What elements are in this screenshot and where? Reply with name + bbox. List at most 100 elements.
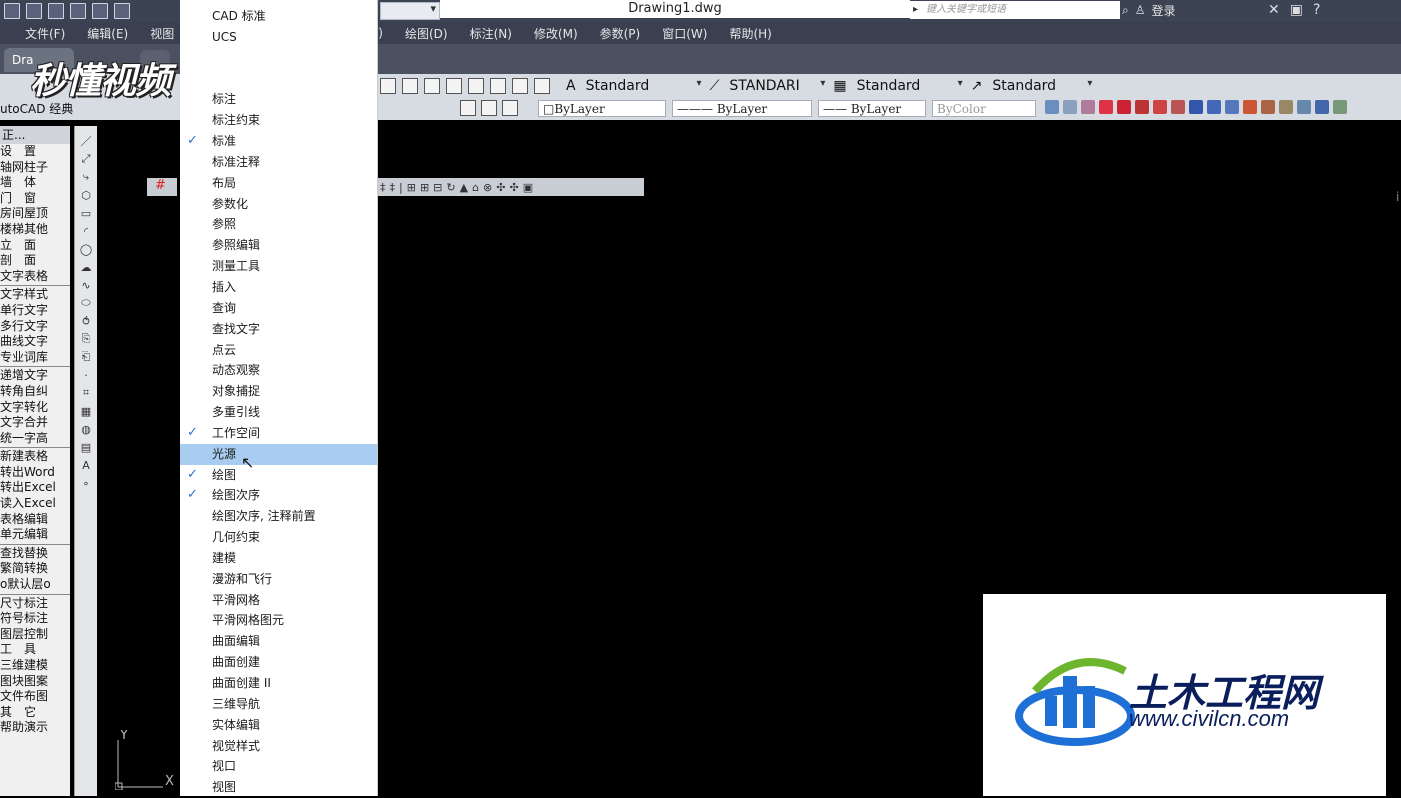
- tool-icon-17[interactable]: [1333, 100, 1347, 114]
- toolbar-menu-item[interactable]: ✓ 绘图次序: [180, 485, 377, 506]
- exchange-icon[interactable]: ✕: [1268, 2, 1280, 18]
- clipboard-icon[interactable]: ▣: [523, 181, 533, 194]
- side-menu-item[interactable]: 多行文字: [0, 319, 70, 335]
- side-menu-item[interactable]: 转角自纠: [0, 384, 70, 400]
- toolbar-menu-item[interactable]: ✓ 绘图: [180, 465, 377, 486]
- toolbar-menu-item[interactable]: 视图: [180, 777, 377, 798]
- draw-tool-icon[interactable]: ／: [75, 132, 97, 150]
- toolbar-menu-item[interactable]: 曲面创建 II: [180, 673, 377, 694]
- side-menu-item[interactable]: 新建表格: [0, 449, 70, 465]
- linetype-select[interactable]: ——— ByLayer: [672, 100, 812, 117]
- side-menu-item[interactable]: 工 具: [0, 642, 70, 658]
- side-menu-item[interactable]: 尺寸标注: [0, 596, 70, 612]
- plotstyle-select[interactable]: ByColor: [932, 100, 1036, 117]
- tool-icon-9[interactable]: [1189, 100, 1203, 114]
- side-menu-item[interactable]: 剖 面: [0, 253, 70, 269]
- side-menu-item[interactable]: 统一字高: [0, 431, 70, 447]
- search-input[interactable]: 键入关键字或短语: [910, 1, 1120, 19]
- block-icon[interactable]: [402, 78, 418, 94]
- login-label[interactable]: 登录: [1152, 2, 1176, 19]
- menu-view[interactable]: 视图: [139, 25, 185, 42]
- properties-icon[interactable]: [446, 78, 462, 94]
- calculator-icon[interactable]: [512, 78, 528, 94]
- menu-draw[interactable]: 绘图(D): [394, 25, 459, 42]
- mleader-style-select[interactable]: Standard: [988, 78, 1094, 94]
- tool-icon[interactable]: ⊗: [483, 181, 492, 194]
- draw-tool-icon[interactable]: ·: [75, 366, 97, 384]
- designcenter-icon[interactable]: [468, 78, 484, 94]
- side-menu-item[interactable]: 帮助演示: [0, 720, 70, 736]
- toolbar-menu-item[interactable]: [180, 48, 377, 69]
- side-menu-item[interactable]: 符号标注: [0, 611, 70, 627]
- draw-tool-icon[interactable]: ▤: [75, 438, 97, 456]
- toolbar-menu-item[interactable]: 视觉样式: [180, 736, 377, 757]
- lineweight-select[interactable]: —— ByLayer: [818, 100, 926, 117]
- toolbar-menu-item[interactable]: 对象捕捉: [180, 381, 377, 402]
- toolbar-menu-item[interactable]: 视口: [180, 756, 377, 777]
- make-current-icon[interactable]: [502, 100, 518, 116]
- color-select[interactable]: □ByLayer: [538, 100, 666, 117]
- draw-tool-icon[interactable]: ◍: [75, 420, 97, 438]
- rotate-icon[interactable]: ↻: [446, 181, 455, 194]
- toolbar-menu-item[interactable]: 参照: [180, 214, 377, 235]
- draw-tool-icon[interactable]: ☁: [75, 258, 97, 276]
- draw-tool-icon[interactable]: A: [75, 456, 97, 474]
- menu-file[interactable]: 文件(F): [14, 25, 76, 42]
- draw-tool-icon[interactable]: ▭: [75, 204, 97, 222]
- grid-icon[interactable]: #: [147, 178, 166, 193]
- table-style-select[interactable]: Standard: [853, 78, 965, 94]
- toolbar-menu-item[interactable]: 插入: [180, 277, 377, 298]
- side-menu-item[interactable]: 其 它: [0, 705, 70, 721]
- draw-tool-icon[interactable]: ⤢: [75, 150, 97, 168]
- layer-state-icon[interactable]: [460, 100, 476, 116]
- draw-tool-icon[interactable]: ⬡: [75, 186, 97, 204]
- side-menu-item[interactable]: 图块图案: [0, 674, 70, 690]
- toolbar-menu-item[interactable]: 曲面创建: [180, 652, 377, 673]
- side-menu-item[interactable]: 专业词库: [0, 350, 70, 366]
- tool-icon-1[interactable]: [1045, 100, 1059, 114]
- help-small-icon[interactable]: [534, 78, 550, 94]
- tool-icon-15[interactable]: [1297, 100, 1311, 114]
- side-menu-item[interactable]: 表格编辑: [0, 512, 70, 528]
- side-menu-item[interactable]: 设 置: [0, 144, 70, 160]
- tool-icon[interactable]: ‡: [390, 181, 396, 194]
- toolbar-menu-item[interactable]: 实体编辑: [180, 715, 377, 736]
- menu-edit[interactable]: 编辑(E): [76, 25, 139, 42]
- toolbar-menu-item[interactable]: 标注约束: [180, 110, 377, 131]
- menu-help[interactable]: 帮助(H): [718, 25, 782, 42]
- toolbar-menu-item[interactable]: ✓ 工作空间: [180, 423, 377, 444]
- tool-icon-11[interactable]: [1225, 100, 1239, 114]
- tool-icon-14[interactable]: [1279, 100, 1293, 114]
- toolbar-menu-item[interactable]: [180, 69, 377, 90]
- help-icon[interactable]: ?: [1313, 2, 1320, 18]
- side-menu-item[interactable]: 墙 体: [0, 175, 70, 191]
- open-file-icon[interactable]: [26, 3, 42, 19]
- side-menu-item[interactable]: 转出Word: [0, 465, 70, 481]
- tool-icon-2[interactable]: [1063, 100, 1077, 114]
- side-menu-item[interactable]: 转出Excel: [0, 480, 70, 496]
- toolbar-menu-item[interactable]: ✓ 标准: [180, 131, 377, 152]
- side-menu-item[interactable]: 房间屋顶: [0, 206, 70, 222]
- toolbar-menu-item[interactable]: 测量工具: [180, 256, 377, 277]
- toolbar-menu-item[interactable]: 点云: [180, 340, 377, 361]
- save-as-icon[interactable]: [70, 3, 86, 19]
- toolbar-menu-item[interactable]: 平滑网格图元: [180, 610, 377, 631]
- toolpalette-icon[interactable]: [490, 78, 506, 94]
- side-menu-item[interactable]: 查找替换: [0, 546, 70, 562]
- tool-icon-10[interactable]: [1207, 100, 1221, 114]
- tool-icon[interactable]: ▲: [460, 181, 468, 194]
- dim-baseline-icon[interactable]: ⊞: [420, 181, 429, 194]
- dim-continue-icon[interactable]: ⊞: [407, 181, 416, 194]
- binoculars-icon[interactable]: ⌕: [1122, 3, 1129, 18]
- tool-icon-6[interactable]: [1135, 100, 1149, 114]
- tool-icon[interactable]: ‡: [380, 181, 386, 194]
- side-menu-item[interactable]: 文字转化: [0, 400, 70, 416]
- toolbar-menu-item[interactable]: 几何约束: [180, 527, 377, 548]
- tool-icon-12[interactable]: [1243, 100, 1257, 114]
- toolbar-menu-item[interactable]: CAD 标准: [180, 6, 377, 27]
- save-icon[interactable]: [48, 3, 64, 19]
- draw-tool-icon[interactable]: ∿: [75, 276, 97, 294]
- draw-tool-icon[interactable]: ⬭: [75, 294, 97, 312]
- side-menu-header[interactable]: 正...: [0, 126, 70, 144]
- draw-tool-icon[interactable]: ⎗: [75, 348, 97, 366]
